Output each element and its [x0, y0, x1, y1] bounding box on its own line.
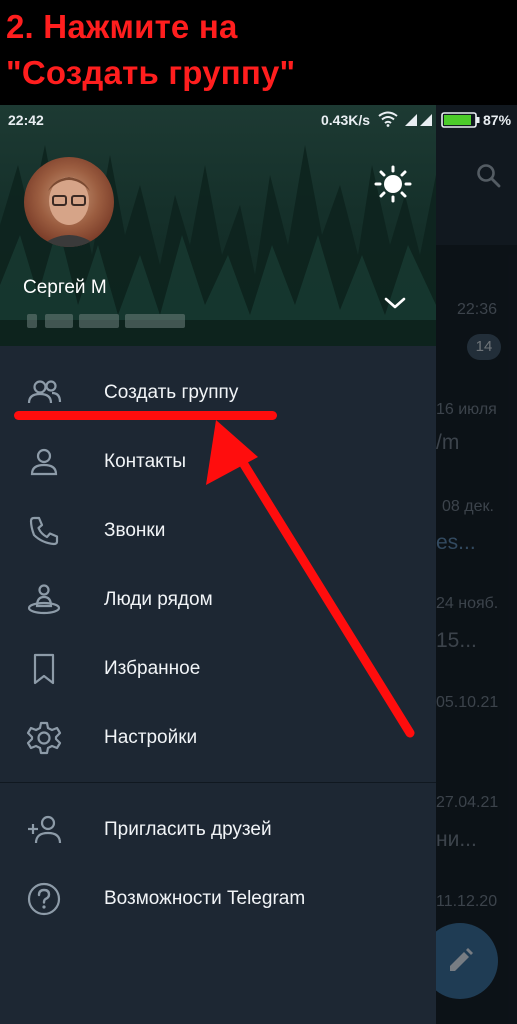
- instruction-caption: 2. Нажмите на "Создать группу": [0, 0, 517, 105]
- caption-line-2: "Создать группу": [6, 54, 296, 91]
- phone-screen: 22:36 14 16 июля /m 08 дек. es... 24 ноя…: [0, 105, 517, 1024]
- annotation-arrow: [206, 420, 415, 738]
- caption-line-1: 2. Нажмите на: [6, 8, 238, 45]
